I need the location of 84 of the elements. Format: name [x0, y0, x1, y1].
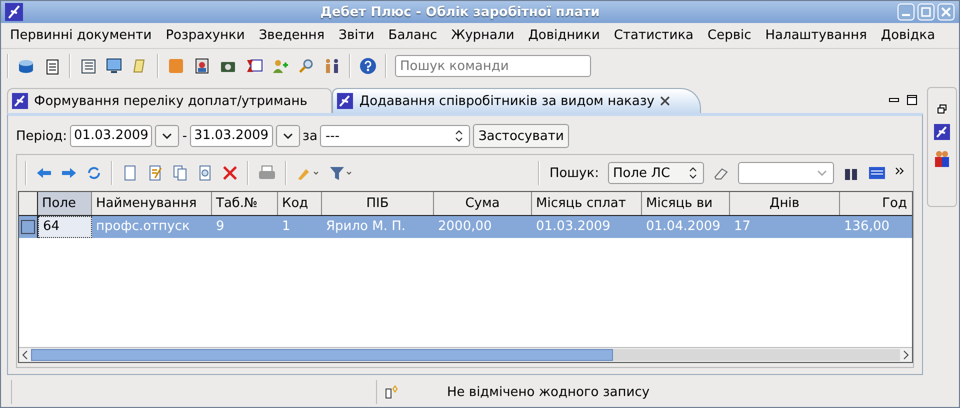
column-header[interactable]: Поле — [38, 192, 92, 215]
edit-document-icon[interactable] — [147, 165, 163, 181]
status-text: Не відмічено жодного запису — [447, 384, 650, 400]
table-icon[interactable] — [868, 165, 886, 181]
table-cell-text: Ярило М. П. — [325, 218, 407, 236]
help-icon[interactable] — [359, 57, 377, 75]
menu-item[interactable]: Налаштування — [759, 28, 875, 43]
search-field-dropdown[interactable]: Поле ЛС — [608, 162, 704, 184]
menu-item[interactable]: Зведення — [252, 28, 333, 43]
table-cell-text: 2000,00 — [437, 218, 493, 236]
table-cell-text: 136,00 — [843, 218, 890, 236]
menu-item[interactable]: Сервіс — [702, 28, 760, 43]
restore-icon[interactable] — [937, 104, 947, 114]
column-header[interactable]: Місяць ви — [642, 192, 730, 215]
database-icon[interactable] — [17, 57, 35, 75]
dropdown-button[interactable] — [276, 125, 300, 147]
column-header[interactable]: Днів — [730, 192, 840, 215]
tab[interactable]: Додавання співробітників за видом наказу — [332, 88, 702, 113]
column-header[interactable]: Таб.№ — [212, 192, 278, 215]
people-icon[interactable] — [934, 150, 950, 168]
magnifier-icon[interactable] — [297, 57, 315, 75]
column-header[interactable]: ПІБ — [322, 192, 434, 215]
chevron-down-icon — [162, 133, 172, 139]
search-value-field[interactable] — [738, 162, 834, 184]
maximize-icon[interactable] — [907, 95, 917, 105]
list-icon[interactable] — [79, 57, 97, 75]
for-label: за — [302, 128, 318, 144]
table-cell-text: 01.04.2009 — [645, 218, 722, 236]
portrait-icon[interactable] — [193, 57, 211, 75]
menu-item[interactable]: Звіти — [332, 28, 382, 43]
app-icon — [337, 93, 354, 109]
command-search-field[interactable]: Пошук команди — [395, 55, 591, 77]
monitor-icon[interactable] — [105, 57, 123, 75]
app-icon — [5, 3, 23, 21]
period-type-dropdown[interactable]: --- — [320, 125, 470, 147]
menu-item[interactable]: Баланс — [382, 28, 446, 43]
tab[interactable]: Формування переліку доплат/утримань — [7, 88, 332, 113]
row-marker — [21, 220, 35, 234]
search-label: Пошук: — [549, 166, 599, 180]
status-icon — [385, 385, 399, 399]
app-icon[interactable] — [934, 124, 950, 140]
column-header[interactable]: Код — [278, 192, 322, 215]
column-header[interactable]: Год — [840, 192, 912, 215]
arrow-right-icon[interactable] — [61, 165, 77, 181]
app-icon — [12, 93, 28, 109]
menu-item[interactable]: Розрахунки — [160, 28, 253, 43]
separator-text: - — [182, 128, 188, 144]
printer-icon[interactable] — [258, 165, 276, 181]
chevron-down-icon — [282, 133, 293, 139]
window-title: Дебет Плюс - Облік заробітної плати — [319, 4, 601, 20]
close-icon[interactable] — [660, 96, 670, 106]
person-add-icon[interactable] — [271, 57, 289, 75]
filter-icon[interactable] — [329, 165, 353, 181]
menu-item[interactable]: Статистика — [608, 28, 702, 43]
table-row[interactable]: 64 профс.отпуск 9 1 Ярило М. П. 2000,00 01.03.2009 01.04.2009 17 136,00 — [19, 216, 912, 238]
menu-item[interactable]: Довідники — [522, 28, 608, 43]
copy-icon[interactable] — [172, 165, 188, 181]
column-header[interactable]: Місяць сплат — [532, 192, 642, 215]
table-cell-text: 1 — [281, 218, 292, 236]
column-header[interactable]: Сума — [434, 192, 532, 215]
table-cell-text: профс.отпуск — [95, 218, 191, 236]
delete-icon[interactable] — [222, 165, 238, 181]
menu-item[interactable]: Первинні документи — [4, 28, 160, 43]
table-cell: 64 — [38, 216, 92, 238]
arrow-left-icon[interactable] — [36, 165, 52, 181]
dropdown-button[interactable] — [155, 125, 180, 147]
date-field[interactable]: 31.03.2009 — [190, 125, 273, 147]
up-down-icon — [689, 167, 697, 179]
up-down-icon — [455, 130, 464, 142]
table-cell-text: 9 — [215, 218, 226, 236]
horizontal-scrollbar[interactable] — [19, 347, 912, 362]
menu-item[interactable]: Довідка — [874, 28, 944, 43]
apply-button[interactable]: Застосувати — [473, 124, 569, 148]
date-field[interactable]: 01.03.2009 — [70, 125, 152, 147]
table-cell-text: 01.03.2009 — [535, 218, 612, 236]
period-label: Період: — [16, 128, 67, 144]
refresh-icon[interactable] — [86, 165, 102, 181]
menu-item[interactable]: Журнали — [445, 28, 522, 43]
people-icon[interactable] — [323, 57, 341, 75]
column-header[interactable]: Найменування — [92, 192, 212, 215]
chevron-down-icon — [817, 170, 827, 176]
table-cell-text: 17 — [733, 218, 752, 236]
view-document-icon[interactable] — [197, 165, 213, 181]
new-document-icon[interactable] — [122, 165, 138, 181]
